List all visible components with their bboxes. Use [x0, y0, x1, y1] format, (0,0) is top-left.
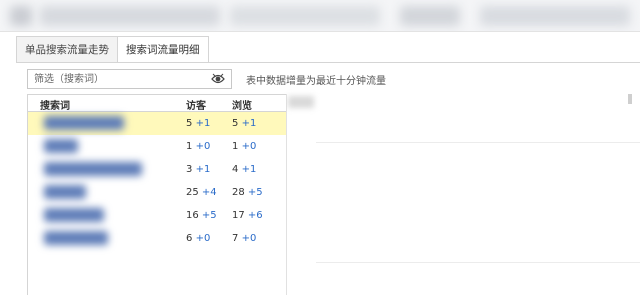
tab-bar: 单品搜索流量走势 搜索词流量明细 — [16, 36, 209, 63]
blurred-keyword — [44, 116, 124, 130]
top-bar-blurred — [0, 0, 640, 32]
chart-tick-mark — [628, 94, 632, 104]
blurred-keyword — [44, 139, 78, 153]
visitors-cell: 5 +1 — [186, 118, 211, 129]
grid-line — [316, 262, 640, 263]
visitors-cell: 1 +0 — [186, 141, 211, 152]
header-visitors[interactable]: 访客 — [186, 97, 206, 112]
views-cell: 5 +1 — [232, 118, 257, 129]
views-cell: 7 +0 — [232, 233, 257, 244]
table-row[interactable]: 3 +1 4 +1 — [28, 158, 286, 181]
tab-trend[interactable]: 单品搜索流量走势 — [16, 36, 118, 63]
header-keyword[interactable]: 搜索词 — [40, 97, 70, 112]
table-header: 搜索词 访客 浏览 — [28, 95, 286, 112]
blurred-axis-label — [288, 96, 314, 108]
table-row[interactable]: 16 +5 17 +6 — [28, 204, 286, 227]
tab-keyword-detail[interactable]: 搜索词流量明细 — [117, 36, 209, 63]
blurred-keyword — [44, 231, 108, 245]
views-cell: 28 +5 — [232, 187, 263, 198]
chart-left-border — [286, 94, 287, 295]
views-cell: 4 +1 — [232, 164, 257, 175]
grid-line — [316, 142, 640, 143]
views-cell: 17 +6 — [232, 210, 263, 221]
blurred-keyword — [44, 162, 142, 176]
views-cell: 1 +0 — [232, 141, 257, 152]
table-row[interactable]: 25 +4 28 +5 — [28, 181, 286, 204]
blurred-keyword — [44, 185, 86, 199]
keyword-table: 搜索词 访客 浏览 5 +1 5 +1 1 +0 1 +0 3 +1 4 +1 … — [27, 94, 286, 295]
blurred-keyword — [44, 208, 104, 222]
visitors-cell: 6 +0 — [186, 233, 211, 244]
table-row[interactable]: 1 +0 1 +0 — [28, 135, 286, 158]
trend-chart-area — [286, 94, 640, 295]
keyword-filter-input[interactable] — [28, 70, 208, 88]
eye-icon[interactable] — [211, 73, 225, 85]
table-row[interactable]: 5 +1 5 +1 — [28, 112, 286, 135]
data-increment-note: 表中数据增量为最近十分钟流量 — [246, 76, 386, 87]
visitors-cell: 25 +4 — [186, 187, 217, 198]
visitors-cell: 16 +5 — [186, 210, 217, 221]
tab-divider — [16, 62, 640, 63]
visitors-cell: 3 +1 — [186, 164, 211, 175]
keyword-filter — [27, 69, 232, 89]
header-views[interactable]: 浏览 — [232, 97, 252, 112]
table-row[interactable]: 6 +0 7 +0 — [28, 227, 286, 250]
